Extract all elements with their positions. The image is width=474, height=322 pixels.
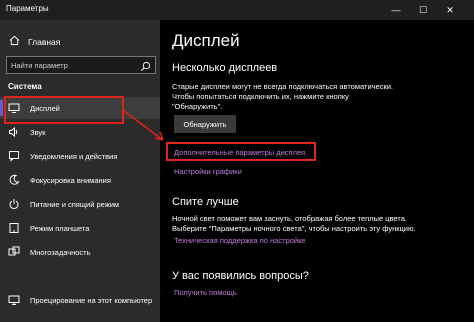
detect-button[interactable]: Обнаружить (174, 115, 236, 133)
highlight-box-display (4, 96, 124, 124)
projecting-icon (8, 294, 20, 306)
title-bar: Параметры — ☐ ✕ (0, 0, 474, 20)
sidebar-item-label: Многозадачность (30, 247, 91, 257)
sidebar-item-label: Режим планшета (30, 223, 90, 233)
sidebar-item-projecting[interactable]: Проецирование на этот компьютер (0, 289, 160, 311)
page-title: Дисплей (172, 31, 240, 50)
search-input[interactable] (11, 58, 136, 72)
main-content: Дисплей Несколько дисплеев Старые диспле… (160, 20, 474, 322)
questions-heading: У вас появились вопросы? (172, 270, 309, 282)
settings-window: Параметры — ☐ ✕ Главная Система Дисплей (0, 0, 474, 322)
speaker-icon (8, 126, 20, 138)
notification-icon (8, 150, 20, 162)
sidebar-item-focus-assist[interactable]: Фокусировка внимания (0, 169, 160, 191)
sleep-better-heading: Спите лучше (172, 196, 239, 208)
section-label-system: Система (8, 82, 42, 91)
multi-display-description-line-3: "Обнаружить". (172, 102, 223, 111)
multi-display-heading: Несколько дисплеев (172, 62, 278, 74)
highlight-box-advanced-link (166, 142, 316, 161)
home-icon (8, 35, 20, 49)
moon-icon (8, 174, 20, 186)
sidebar-item-label: Проецирование на этот компьютер (30, 295, 153, 305)
minimize-button[interactable]: — (383, 0, 409, 20)
sleep-better-description-line-1: Ночной свет поможет вам заснуть, отображ… (172, 214, 407, 223)
maximize-button[interactable]: ☐ (410, 0, 436, 20)
sidebar-item-power[interactable]: Питание и спящий режим (0, 193, 160, 215)
window-title: Параметры (6, 4, 49, 13)
get-help-link[interactable]: Получить помощь (174, 288, 237, 297)
sidebar: Главная Система Дисплей Звук (0, 20, 160, 322)
multi-display-description-line-2: Чтобы попытаться подключить их, нажмите … (172, 92, 349, 101)
sidebar-item-tablet-mode[interactable]: Режим планшета (0, 217, 160, 239)
sidebar-item-multitasking[interactable]: Многозадачность (0, 241, 160, 263)
multitask-icon (8, 246, 20, 258)
sidebar-item-label: Фокусировка внимания (30, 175, 111, 185)
sleep-better-description-line-2: Выберите "Параметры ночного света", чтоб… (172, 224, 416, 233)
multi-display-description-line-1: Старые дисплеи могут не всегда подключат… (172, 82, 394, 91)
sidebar-item-sound[interactable]: Звук (0, 121, 160, 143)
sidebar-item-label: Питание и спящий режим (30, 199, 120, 209)
graphics-settings-link[interactable]: Настройки графики (174, 167, 242, 176)
sidebar-item-home[interactable]: Главная (8, 35, 60, 49)
active-indicator (0, 100, 3, 116)
home-label: Главная (28, 37, 61, 47)
close-button[interactable]: ✕ (437, 0, 463, 20)
setup-support-link[interactable]: Техническая поддержка по настройке (174, 236, 306, 245)
search-icon[interactable] (140, 59, 152, 72)
search-box[interactable] (6, 56, 156, 74)
tablet-icon (8, 222, 20, 234)
sidebar-item-label: Уведомления и действия (30, 151, 118, 161)
sidebar-item-label: Звук (30, 127, 46, 137)
power-icon (8, 198, 20, 210)
sidebar-item-notifications[interactable]: Уведомления и действия (0, 145, 160, 167)
